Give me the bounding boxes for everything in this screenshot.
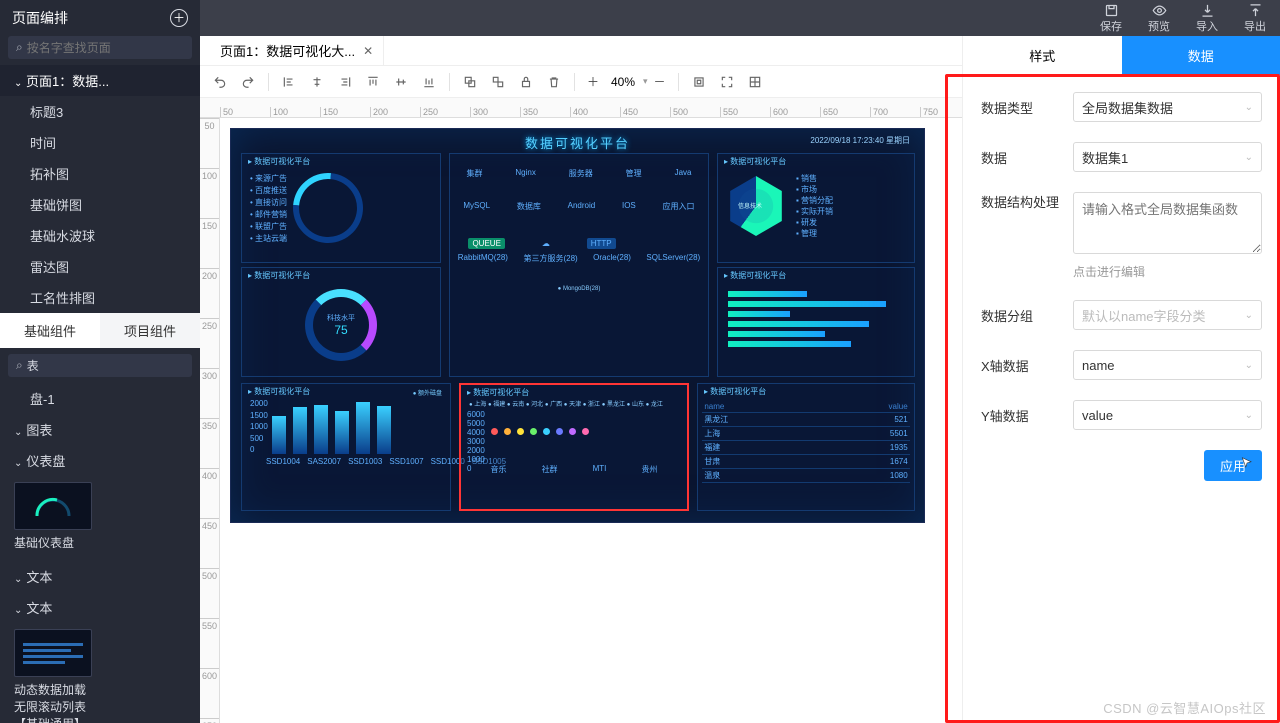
ungroup-button[interactable]	[486, 70, 510, 94]
left-sidebar: 页面编排 ＋ ⌕ ⌄页面1：数据... 标题3 时间 拓补图 基础饼图 基础水波…	[0, 0, 200, 723]
fullscreen-button[interactable]	[715, 70, 739, 94]
redo-button[interactable]	[236, 70, 260, 94]
select-data-group[interactable]: 默认以name字段分类⌄	[1073, 300, 1262, 330]
select-xaxis[interactable]: name⌄	[1073, 350, 1262, 380]
panel-table[interactable]: 数据可视化平台 namevalue黑龙江521上海5501福建1935甘肃167…	[697, 383, 915, 511]
dashboard-timestamp: 2022/09/18 17:23:40 星期日	[810, 135, 910, 146]
label-data-struct: 数据结构处理	[981, 192, 1073, 211]
panel-columns[interactable]: 数据可视化平台 ● 额外磁盘 2000150010005000 SSD1004S…	[241, 383, 451, 511]
sidebar-title: 页面编排	[12, 8, 68, 28]
group-button[interactable]	[458, 70, 482, 94]
tree-item[interactable]: 时间	[0, 127, 200, 158]
component-search-input[interactable]	[27, 359, 184, 373]
ruler-vertical: 5010015020025030035040045050055060065070…	[200, 118, 220, 723]
save-button[interactable]: 保存	[1100, 3, 1122, 34]
zoom-control: ＋ 40% ▾ －	[583, 72, 670, 92]
chevron-down-icon: ⌄	[1245, 360, 1253, 371]
section-charts[interactable]: ⌄图表	[0, 414, 200, 445]
align-bottom-button[interactable]	[417, 70, 441, 94]
chevron-down-icon: ▾	[643, 76, 648, 87]
zoom-value[interactable]: 40%	[605, 75, 641, 89]
section-text[interactable]: ⌄文本	[0, 592, 200, 623]
ruler-horizontal: 5010015020025030035040045050055060065070…	[200, 98, 962, 118]
file-tabstrip: 页面1：数据可视化大... ✕	[200, 36, 962, 66]
zoom-in-button[interactable]: ＋	[583, 72, 603, 92]
select-data[interactable]: 数据集1⌄	[1073, 142, 1262, 172]
page-tree: ⌄页面1：数据... 标题3 时间 拓补图 基础饼图 基础水波球 雷达图 工名性…	[0, 65, 200, 313]
preview-button[interactable]: 预览	[1148, 3, 1170, 34]
tree-item[interactable]: 标题3	[0, 96, 200, 127]
import-button[interactable]: 导入	[1196, 3, 1218, 34]
align-center-h-button[interactable]	[305, 70, 329, 94]
panel-topology[interactable]: 集群Nginx服务器管理Java MySQL数据库AndroidIOS应用入口 …	[449, 153, 709, 377]
dashboard-stage[interactable]: 数据可视化平台 2022/09/18 17:23:40 星期日 数据可视化平台 …	[230, 128, 925, 523]
grid-button[interactable]	[743, 70, 767, 94]
canvas[interactable]: 5010015020025030035040045050055060065070…	[200, 98, 962, 723]
textarea-data-struct[interactable]	[1073, 192, 1262, 254]
select-yaxis[interactable]: value⌄	[1073, 400, 1262, 430]
tree-item[interactable]: 拓补图	[0, 158, 200, 189]
delete-button[interactable]	[542, 70, 566, 94]
tab-project-components[interactable]: 项目组件	[100, 313, 200, 348]
tab-basic-components[interactable]: 基础组件	[0, 313, 100, 348]
hint-edit[interactable]: 点击进行编辑	[1073, 263, 1262, 280]
tree-item[interactable]: 工名性排图	[0, 282, 200, 313]
align-center-v-button[interactable]	[389, 70, 413, 94]
label-data-type: 数据类型	[981, 98, 1073, 117]
center-area: 保存 预览 导入 导出 页面1：数据可视化大... ✕	[200, 0, 1280, 723]
panel-radar[interactable]: 数据可视化平台 信息技术 ▪ 销售▪ 市场▪ 营销分配▪ 实际开销▪ 研发▪ 管…	[717, 153, 915, 263]
component-caption: 动态数据加载 无限滚动列表 【基础通用】	[14, 681, 186, 723]
chevron-down-icon: ⌄	[1245, 152, 1253, 163]
zoom-out-button[interactable]: －	[650, 72, 670, 92]
align-right-button[interactable]	[333, 70, 357, 94]
page-search[interactable]: ⌕	[8, 36, 192, 59]
undo-button[interactable]	[208, 70, 232, 94]
page-search-input[interactable]	[27, 41, 184, 55]
search-icon: ⌕	[16, 358, 23, 373]
component-search[interactable]: ⌕	[8, 354, 192, 377]
component-caption: 基础仪表盘	[14, 534, 186, 551]
panel-gauge[interactable]: 数据可视化平台 科技水平 75	[241, 267, 441, 377]
file-tab-label: 页面1：数据可视化大...	[220, 41, 355, 60]
tree-page-root[interactable]: ⌄页面1：数据...	[0, 65, 200, 96]
section-text[interactable]: ⌄文本	[0, 561, 200, 592]
tab-style[interactable]: 样式	[963, 36, 1122, 76]
label-yaxis: Y轴数据	[981, 406, 1073, 425]
chevron-down-icon: ⌄	[1245, 410, 1253, 421]
panel-scatter-selected[interactable]: 数据可视化平台 ● 上海 ● 福建 ● 云南 ● 河北 ● 广西 ● 天津 ● …	[459, 383, 689, 511]
pie-legend: • 来源广告• 百度推送• 直接访问• 邮件营销• 联盟广告• 主站云端	[250, 173, 287, 245]
apply-button[interactable]: 应用	[1204, 450, 1262, 481]
tree-item[interactable]: 雷达图	[0, 251, 200, 282]
panel-hbars[interactable]: 数据可视化平台	[717, 267, 915, 377]
chevron-down-icon: ⌄	[1245, 310, 1253, 321]
property-panel: 样式 数据 数据类型 全局数据集数据⌄ 数据 数据集1⌄ 数据结构处理	[962, 36, 1280, 723]
component-thumb-gauge[interactable]	[14, 482, 92, 530]
panel-donut[interactable]: 数据可视化平台 • 来源广告• 百度推送• 直接访问• 邮件营销• 联盟广告• …	[241, 153, 441, 263]
tab-data[interactable]: 数据	[1122, 36, 1280, 76]
tree-item[interactable]: 基础饼图	[0, 189, 200, 220]
file-tab[interactable]: 页面1：数据可视化大... ✕	[210, 36, 384, 65]
add-page-button[interactable]: ＋	[170, 9, 188, 27]
component-tabs: 基础组件 项目组件	[0, 313, 200, 348]
close-icon[interactable]: ✕	[363, 44, 373, 58]
lock-button[interactable]	[514, 70, 538, 94]
component-thumb-scroll-table[interactable]	[14, 629, 92, 677]
list-item[interactable]: 盘-1	[0, 383, 200, 414]
select-data-type[interactable]: 全局数据集数据⌄	[1073, 92, 1262, 122]
align-top-button[interactable]	[361, 70, 385, 94]
align-left-button[interactable]	[277, 70, 301, 94]
label-data-group: 数据分组	[981, 306, 1073, 325]
label-xaxis: X轴数据	[981, 356, 1073, 375]
editor-toolbar: ＋ 40% ▾ －	[200, 66, 962, 98]
top-toolbar: 保存 预览 导入 导出	[200, 0, 1280, 36]
section-gauge[interactable]: ⌄仪表盘	[0, 445, 200, 476]
data-table: namevalue黑龙江521上海5501福建1935甘肃1674溫泉1080	[702, 401, 909, 483]
export-button[interactable]: 导出	[1244, 3, 1266, 34]
chevron-down-icon: ⌄	[1245, 102, 1253, 113]
fit-button[interactable]	[687, 70, 711, 94]
search-icon: ⌕	[16, 40, 23, 55]
label-data: 数据	[981, 148, 1073, 167]
donut-icon	[279, 159, 378, 258]
tree-item[interactable]: 基础水波球	[0, 220, 200, 251]
